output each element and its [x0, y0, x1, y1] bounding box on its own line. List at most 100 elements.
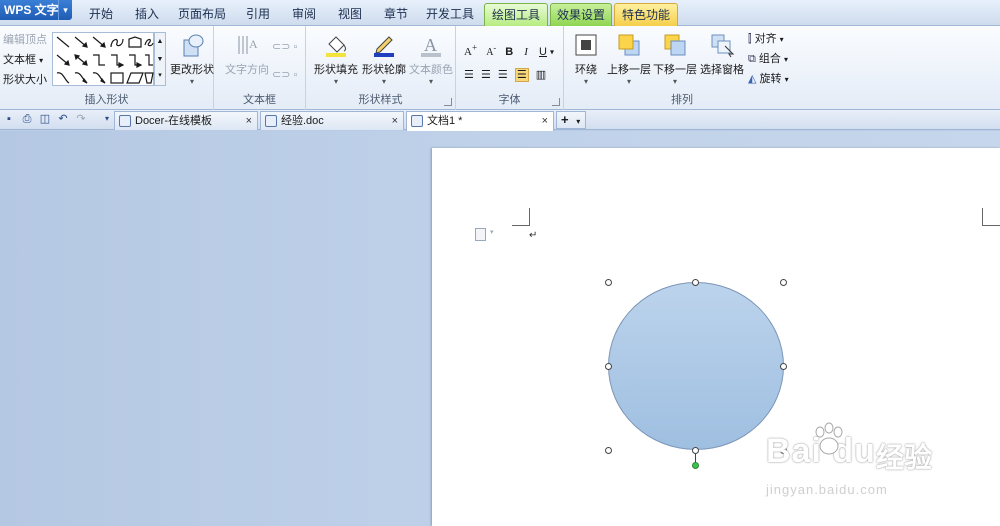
print-icon[interactable]: ⎙ [20, 112, 34, 126]
paragraph-mark: ↵ [529, 230, 538, 241]
doc-tab-jingyan[interactable]: 经验.doc × [260, 111, 404, 130]
doc-tab-title: Docer-在线模板 [135, 115, 213, 127]
chevron-down-icon[interactable]: ▾ [58, 0, 72, 20]
grow-font-icon[interactable]: A+ [464, 42, 477, 58]
tab-chapter[interactable]: 章节 [377, 3, 415, 26]
app-menu-button[interactable]: WPS 文字 ▾ [0, 0, 72, 20]
shape-size-button[interactable]: 形状大小 [3, 71, 47, 89]
chevron-down-icon: ▾ [39, 56, 44, 65]
chevron-down-icon: ▾ [672, 77, 677, 86]
paste-options-icon[interactable] [475, 228, 486, 241]
group-label-shape-style: 形状样式 [358, 94, 403, 106]
document-workspace: ▾ ↵ Bai du 经验 jingyan.baidu.com [0, 131, 1000, 526]
resize-handle-top[interactable] [692, 279, 699, 286]
textbox-button[interactable]: 文本框 ▾ [3, 51, 43, 69]
shrink-font-icon[interactable]: A- [486, 43, 496, 57]
link-textbox-icon[interactable]: ⊂⊃ ▫ [272, 38, 297, 56]
menu-bar: WPS 文字 ▾ 开始 插入 页面布局 引用 审阅 视图 章节 开发工具 绘图工… [0, 0, 1000, 26]
shape-outline-label: 形状轮廓 [362, 64, 406, 76]
chevron-down-icon[interactable]: ▾ [550, 48, 554, 57]
text-color-icon: A [418, 32, 444, 58]
tab-view[interactable]: 视图 [331, 3, 369, 26]
shape-gallery[interactable] [52, 32, 154, 86]
new-tab-button[interactable]: + ▾ [556, 111, 586, 129]
document-icon [265, 115, 277, 127]
save-icon[interactable]: ▪ [2, 112, 16, 126]
align-center-icon[interactable]: ☰ [481, 69, 491, 81]
group-label-arrange: 排列 [671, 94, 693, 106]
shape-fill-button[interactable]: 形状填充 ▾ [312, 32, 360, 87]
shape-outline-button[interactable]: 形状轮廓 ▾ [360, 32, 408, 87]
send-backward-label: 下移一层 [653, 64, 697, 76]
align-left-icon[interactable]: ☰ [464, 69, 474, 81]
resize-handle-bottom[interactable] [692, 447, 699, 454]
doc-tab-document1[interactable]: 文档1 * × [406, 111, 554, 131]
paw-icon [815, 422, 843, 455]
group-objects-button[interactable]: ⧉ 组合 ▾ [748, 50, 788, 68]
align-right-icon[interactable]: ☰ [498, 69, 508, 81]
group-textbox: A 文字方向 ⊂⊃ ▫ ⊂⊃ ▫ 文本框 [214, 26, 306, 110]
rotate-handle[interactable] [692, 462, 699, 469]
tab-special-features[interactable]: 特色功能 [614, 3, 678, 26]
resize-handle-top-left[interactable] [605, 279, 612, 286]
redo-icon[interactable]: ↷ [74, 112, 88, 126]
edit-points-button[interactable]: 编辑顶点 [3, 31, 47, 49]
justify-icon[interactable]: ☰ [514, 68, 529, 82]
close-icon[interactable]: × [392, 112, 398, 130]
change-shape-label: 更改形状 [170, 64, 214, 76]
dialog-launcher-icon[interactable] [444, 98, 452, 106]
tab-effect-settings[interactable]: 效果设置 [550, 3, 612, 26]
gallery-scrollbar[interactable]: ▲ ▼ ▾ [154, 32, 166, 86]
shape-fill-label: 形状填充 [314, 64, 358, 76]
resize-handle-left[interactable] [605, 363, 612, 370]
italic-icon[interactable]: I [524, 46, 528, 58]
bold-icon[interactable]: B [505, 46, 513, 58]
unlink-textbox-icon[interactable]: ⊂⊃ ▫ [272, 66, 297, 84]
chevron-down-icon[interactable]: ▾ [576, 117, 580, 126]
wrap-label: 环绕 [575, 64, 597, 76]
customize-toolbar-icon[interactable]: ▾ [100, 112, 114, 126]
undo-icon[interactable]: ↶ [56, 112, 70, 126]
tab-drawing-tools[interactable]: 绘图工具 [484, 3, 548, 26]
selection-pane-button[interactable]: 选择窗格 [700, 32, 744, 77]
document-page[interactable]: ▾ ↵ Bai du 经验 jingyan.baidu.com [432, 148, 1000, 526]
watermark-cn-text: 经验 [876, 442, 933, 473]
send-backward-button[interactable]: 下移一层 ▾ [652, 32, 698, 87]
rotate-button[interactable]: ◭ 旋转 ▾ [748, 70, 789, 88]
distribute-icon[interactable]: ▥ [536, 69, 546, 81]
resize-handle-bottom-left[interactable] [605, 447, 612, 454]
close-icon[interactable]: × [542, 112, 548, 130]
document-icon [411, 115, 423, 127]
align-button[interactable]: ⫿ 对齐 ▾ [748, 30, 784, 48]
change-shape-button[interactable]: 更改形状 ▾ [170, 32, 214, 87]
tab-developer[interactable]: 开发工具 [422, 3, 478, 26]
selection-pane-label: 选择窗格 [700, 64, 744, 76]
tab-references[interactable]: 引用 [239, 3, 277, 26]
dialog-launcher-icon[interactable] [552, 98, 560, 106]
text-direction-button[interactable]: A 文字方向 [224, 32, 270, 77]
chevron-down-icon: ▾ [189, 77, 194, 86]
resize-handle-top-right[interactable] [780, 279, 787, 286]
gallery-expand-icon[interactable]: ▾ [155, 69, 165, 83]
tab-home[interactable]: 开始 [82, 3, 120, 26]
wrap-icon [573, 32, 599, 58]
watermark-url: jingyan.baidu.com [766, 482, 888, 497]
chevron-down-icon: ▾ [333, 77, 338, 86]
tab-review[interactable]: 审阅 [285, 3, 323, 26]
tab-insert[interactable]: 插入 [128, 3, 166, 26]
close-icon[interactable]: × [246, 112, 252, 130]
resize-handle-right[interactable] [780, 363, 787, 370]
wrap-button[interactable]: 环绕 ▾ [570, 32, 602, 87]
underline-icon[interactable]: U [539, 46, 547, 58]
doc-tab-docer[interactable]: Docer-在线模板 × [114, 111, 258, 130]
alignment-row: ☰ ☰ ☰ ☰ ▥ [464, 66, 546, 84]
scroll-down-icon[interactable]: ▼ [155, 51, 165, 69]
scroll-up-icon[interactable]: ▲ [155, 33, 165, 51]
print-preview-icon[interactable]: ◫ [38, 112, 52, 126]
selected-circle-shape[interactable] [608, 282, 784, 450]
bring-forward-button[interactable]: 上移一层 ▾ [606, 32, 652, 87]
group-shape-style: 形状填充 ▾ 形状轮廓 ▾ A 文本颜色 ▾ 形状样式 [306, 26, 456, 110]
chevron-down-icon[interactable]: ▾ [490, 228, 494, 236]
text-color-button[interactable]: A 文本颜色 ▾ [408, 32, 454, 87]
tab-page-layout[interactable]: 页面布局 [175, 3, 229, 26]
